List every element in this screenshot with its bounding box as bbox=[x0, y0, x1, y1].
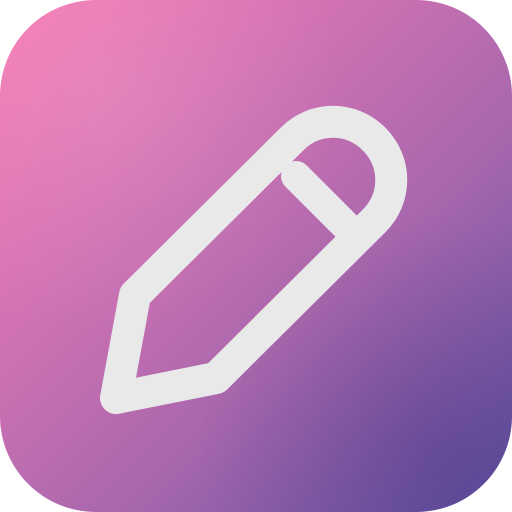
app-icon[interactable] bbox=[0, 0, 512, 512]
pencil-icon bbox=[100, 105, 408, 414]
pencil-outline bbox=[100, 105, 408, 414]
icon-canvas bbox=[0, 0, 512, 512]
pencil-cap-divider bbox=[281, 161, 366, 246]
